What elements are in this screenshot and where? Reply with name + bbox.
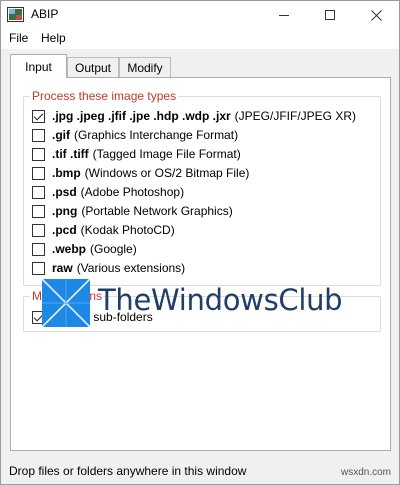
ext-tiff: .tif .tiff	[52, 147, 89, 161]
checkbox-gif[interactable]: .gif (Graphics Interchange Format)	[32, 126, 238, 144]
desc-raw: (Various extensions)	[76, 261, 186, 275]
desc-png: (Portable Network Graphics)	[81, 204, 233, 218]
menu-bar: File Help	[1, 29, 399, 49]
tab-modify-label: Modify	[127, 61, 163, 75]
checkbox-webp[interactable]: .webp (Google)	[32, 240, 137, 258]
close-button[interactable]	[353, 1, 399, 29]
checkbox-psd-box[interactable]	[32, 185, 45, 199]
maximize-icon	[325, 10, 335, 20]
desc-gif: (Graphics Interchange Format)	[74, 128, 239, 142]
checkbox-png[interactable]: .png (Portable Network Graphics)	[32, 202, 233, 220]
ext-gif: .gif	[52, 128, 70, 142]
desc-psd: (Adobe Photoshop)	[80, 185, 185, 199]
checkbox-jpeg-box[interactable]	[32, 109, 45, 123]
tab-modify[interactable]: Modify	[119, 57, 171, 78]
checkbox-gif-box[interactable]	[32, 128, 45, 142]
window-title: ABIP	[31, 7, 59, 21]
checkbox-pcd-box[interactable]	[32, 223, 45, 237]
checkbox-psd[interactable]: .psd (Adobe Photoshop)	[32, 183, 184, 201]
tab-input[interactable]: Input	[10, 54, 67, 78]
checkbox-raw[interactable]: raw (Various extensions)	[32, 259, 185, 277]
ext-raw: raw	[52, 261, 73, 275]
site-watermark: wsxdn.com	[340, 467, 391, 478]
checkbox-bmp[interactable]: .bmp (Windows or OS/2 Bitmap File)	[32, 164, 249, 182]
checkbox-raw-box[interactable]	[32, 261, 45, 275]
checkbox-pcd[interactable]: .pcd (Kodak PhotoCD)	[32, 221, 175, 239]
minimize-icon	[279, 14, 289, 16]
desc-webp: (Google)	[90, 242, 137, 256]
menu-file[interactable]: File	[7, 31, 30, 45]
tab-join	[11, 76, 66, 79]
checkbox-webp-box[interactable]	[32, 242, 45, 256]
status-text: Drop files or folders anywhere in this w…	[9, 464, 247, 478]
checkbox-tiff-box[interactable]	[32, 147, 45, 161]
minimize-button[interactable]	[261, 1, 307, 29]
ext-png: .png	[52, 204, 78, 218]
checkbox-tiff[interactable]: .tif .tiff (Tagged Image File Format)	[32, 145, 241, 163]
input-tab-panel: Process these image types .jpg .jpeg .jf…	[10, 77, 391, 451]
tab-output-label: Output	[74, 61, 112, 75]
desc-jpeg: (JPEG/JFIF/JPEG XR)	[234, 109, 357, 123]
desc-tiff: (Tagged Image File Format)	[92, 147, 241, 161]
ext-psd: .psd	[52, 185, 77, 199]
close-icon	[370, 9, 382, 21]
app-icon	[7, 7, 24, 22]
windows-logo-icon	[41, 278, 91, 328]
app-window: ABIP File Help Input Output Modify Proce…	[0, 0, 400, 485]
status-bar: Drop files or folders anywhere in this w…	[1, 459, 399, 484]
menu-help[interactable]: Help	[39, 31, 68, 45]
title-bar[interactable]: ABIP	[1, 1, 399, 29]
image-types-group: Process these image types .jpg .jpeg .jf…	[23, 89, 381, 286]
tab-input-label: Input	[25, 59, 52, 74]
checkbox-bmp-box[interactable]	[32, 166, 45, 180]
ext-jpeg: .jpg .jpeg .jfif .jpe .hdp .wdp .jxr	[52, 109, 231, 123]
ext-webp: .webp	[52, 242, 87, 256]
desc-bmp: (Windows or OS/2 Bitmap File)	[84, 166, 250, 180]
checkbox-png-box[interactable]	[32, 204, 45, 218]
maximize-button[interactable]	[307, 1, 353, 29]
watermark-text: TheWindowsClub	[98, 283, 343, 317]
tab-output[interactable]: Output	[67, 57, 119, 78]
checkbox-jpeg[interactable]: .jpg .jpeg .jfif .jpe .hdp .wdp .jxr (JP…	[32, 107, 356, 125]
desc-pcd: (Kodak PhotoCD)	[80, 223, 175, 237]
image-types-legend: Process these image types	[30, 89, 179, 103]
ext-pcd: .pcd	[52, 223, 77, 237]
watermark-logo: TheWindowsClub	[36, 277, 343, 329]
ext-bmp: .bmp	[52, 166, 81, 180]
